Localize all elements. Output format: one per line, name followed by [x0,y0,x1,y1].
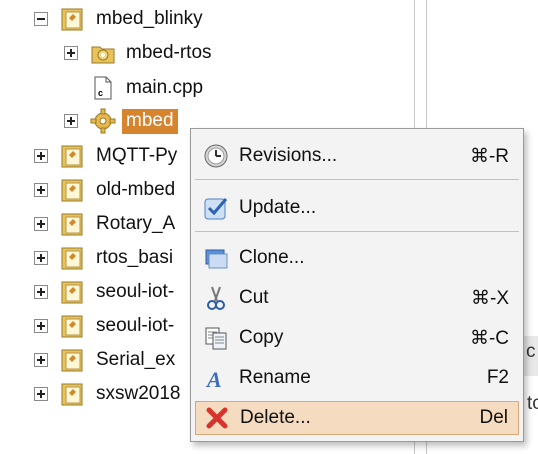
tree-item-main-cpp[interactable]: c main.cpp [64,71,203,105]
menu-item-clone[interactable]: Clone... [195,241,519,275]
program-folder-icon [61,179,83,202]
checkbox-check-icon [204,198,228,220]
library-folder-icon [91,46,115,64]
menu-item-label: Clone... [239,247,305,268]
tree-item-label: Rotary_A [96,213,176,234]
svg-text:A: A [205,367,222,391]
menu-item-label: Delete... [240,407,311,428]
program-folder-icon [61,349,83,372]
program-folder-icon [61,8,83,31]
tree-item-label: seoul-iot- [96,315,175,336]
program-folder-icon [61,213,83,236]
tree-item-label: seoul-iot- [96,281,175,302]
tree-item-program[interactable]: seoul-iot- [34,309,174,343]
menu-item-label: Update... [239,197,317,218]
expand-toggle-icon[interactable] [34,285,48,299]
tree-item-mbed[interactable]: mbed [64,104,178,138]
program-folder-icon [61,145,83,168]
tree-item-label: sxsw2018 [96,383,181,404]
tree-item-label: MQTT-Py [96,145,178,166]
tree-item-label: mbed-rtos [126,42,212,63]
program-folder-icon [61,247,83,270]
tree-item-program[interactable]: MQTT-Py [34,139,177,173]
menu-item-update[interactable]: Update... [195,191,519,225]
tree-item-program[interactable]: Serial_ex [34,343,175,377]
tree-item-program[interactable]: seoul-iot- [34,275,174,309]
scissors-icon [207,286,225,310]
tree-item-label-selected: mbed [122,108,178,134]
tree-item-mbed-rtos[interactable]: mbed-rtos [64,36,212,70]
tree-item-label: main.cpp [126,77,204,98]
tree-item-program[interactable]: rtos_basi [34,241,173,275]
menu-item-copy[interactable]: Copy ⌘-C [195,321,519,355]
expand-toggle-icon[interactable] [34,319,48,333]
clock-icon [204,144,228,168]
expand-toggle-icon[interactable] [34,387,48,401]
background-panel-text: c [526,341,536,362]
expand-toggle-icon[interactable] [64,114,78,128]
program-folder-icon [61,315,83,338]
menu-item-revisions[interactable]: Revisions... ⌘-R [195,139,519,173]
copy-documents-icon [205,327,227,350]
menu-item-delete[interactable]: Delete... Del [195,401,519,435]
tree-item-label: rtos_basi [96,247,174,268]
tree-item-program[interactable]: Rotary_A [34,207,175,241]
menu-item-shortcut: ⌘-R [469,145,509,167]
tree-item-label: Serial_ex [96,349,176,370]
menu-item-shortcut: Del [479,407,508,428]
tree-item-mbed-blinky[interactable]: mbed_blinky [34,2,203,36]
menu-item-rename[interactable]: A Rename F2 [195,361,519,395]
expand-toggle-icon[interactable] [34,149,48,163]
cpp-file-icon: c [94,76,112,100]
tree-item-program[interactable]: old-mbed [34,173,175,207]
gear-library-icon [90,108,116,134]
expand-toggle-icon[interactable] [34,183,48,197]
expand-toggle-icon[interactable] [64,46,78,60]
program-folder-icon [61,281,83,304]
expand-toggle-icon[interactable] [34,353,48,367]
expand-toggle-icon[interactable] [34,251,48,265]
tree-item-label: old-mbed [96,179,176,200]
context-menu: Revisions... ⌘-R Update... Clone... Cut … [190,128,524,442]
tree-item-label: mbed_blinky [96,8,203,29]
clone-window-icon [205,249,228,269]
menu-item-shortcut: ⌘-C [469,327,509,349]
tree-item-program[interactable]: sxsw2018 [34,377,181,411]
menu-item-label: Rename [239,367,311,388]
background-panel-text: tc [527,393,538,414]
menu-separator [195,231,519,232]
menu-item-label: Cut [239,287,269,308]
menu-item-shortcut: ⌘-X [471,287,509,309]
menu-item-shortcut: F2 [486,367,509,388]
red-x-icon [206,407,228,429]
menu-item-cut[interactable]: Cut ⌘-X [195,281,519,315]
letter-a-icon: A [205,367,222,391]
program-folder-icon [61,383,83,406]
menu-item-label: Copy [239,327,284,348]
menu-separator [195,179,519,180]
menu-item-label: Revisions... [239,145,338,166]
svg-text:c: c [98,88,103,98]
expand-toggle-icon[interactable] [34,217,48,231]
collapse-toggle-icon[interactable] [34,12,48,26]
